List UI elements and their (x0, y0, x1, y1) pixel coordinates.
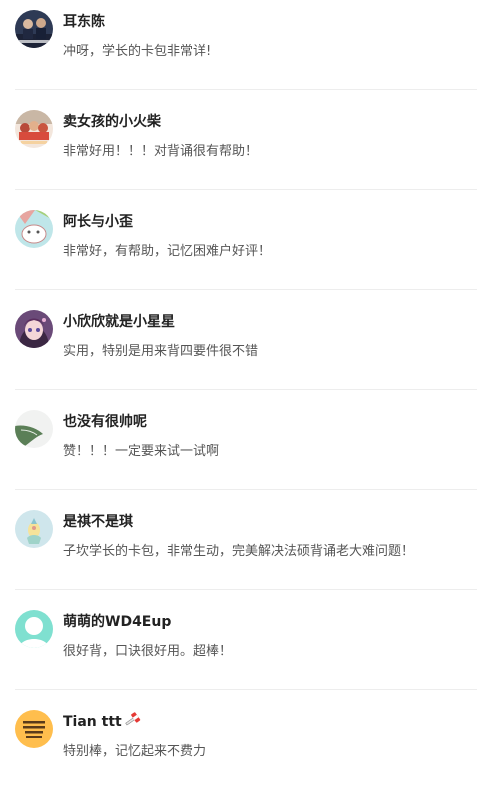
divider (15, 489, 477, 490)
divider (15, 389, 477, 390)
review-text: 实用，特别是用来背四要件很不错 (63, 344, 259, 359)
review-item: 阿长与小歪 非常好，有帮助，记忆困难户好评！ (0, 200, 477, 300)
user-name: 也没有很帅呢 (63, 414, 147, 430)
user-avatar[interactable] (15, 410, 53, 448)
review-text: 子坎学长的卡包，非常生动，完美解决法硕背诵老大难问题！ (63, 544, 415, 559)
review-text: 冲呀，学长的卡包非常详! (63, 44, 212, 59)
review-text: 非常好用！！！对背诵很有帮助！ (63, 144, 259, 159)
user-name: 卖女孩的小火柴 (63, 114, 161, 130)
review-item: 卖女孩的小火柴 非常好用！！！对背诵很有帮助！ (0, 100, 477, 200)
review-item: 也没有很帅呢 赞！！！一定要来试一试啊 (0, 400, 477, 500)
review-item: 萌萌的WD4Eup 很好背，口诀很好用。超棒！ (0, 600, 477, 700)
user-avatar[interactable] (15, 10, 53, 48)
user-avatar[interactable] (15, 110, 53, 148)
divider (15, 589, 477, 590)
default-avatar-icon[interactable] (15, 610, 53, 648)
divider (15, 89, 477, 90)
hammer-emoji-icon (124, 712, 140, 726)
review-item: 小欣欣就是小星星 实用，特别是用来背四要件很不错 (0, 300, 477, 400)
review-text: 很好背，口诀很好用。超棒！ (63, 644, 233, 659)
user-avatar[interactable] (15, 710, 53, 748)
divider (15, 689, 477, 690)
review-text: 非常好，有帮助，记忆困难户好评！ (63, 244, 272, 259)
user-name: 小欣欣就是小星星 (63, 314, 175, 330)
divider (15, 289, 477, 290)
user-avatar[interactable] (15, 510, 53, 548)
review-text: 赞！！！一定要来试一试啊 (63, 444, 220, 459)
user-name: 阿长与小歪 (63, 214, 133, 230)
review-item: 耳东陈 冲呀，学长的卡包非常详! (0, 0, 477, 100)
review-item: Tian ttt 特别棒，记忆起来不费力 (0, 700, 477, 800)
user-name: 耳东陈 (63, 14, 105, 30)
user-avatar[interactable] (15, 210, 53, 248)
review-text: 特别棒，记忆起来不费力 (63, 744, 207, 759)
user-name-text: Tian ttt (63, 714, 122, 730)
review-list: 耳东陈 冲呀，学长的卡包非常详! 卖女孩的小火柴 非常好用！！！对背诵很有帮助！ (0, 0, 477, 781)
user-name: 萌萌的WD4Eup (63, 614, 172, 630)
divider (15, 189, 477, 190)
user-name: 是祺不是琪 (63, 514, 133, 530)
user-name: Tian ttt (63, 712, 141, 732)
review-item: 是祺不是琪 子坎学长的卡包，非常生动，完美解决法硕背诵老大难问题！ (0, 500, 477, 600)
user-avatar[interactable] (15, 310, 53, 348)
